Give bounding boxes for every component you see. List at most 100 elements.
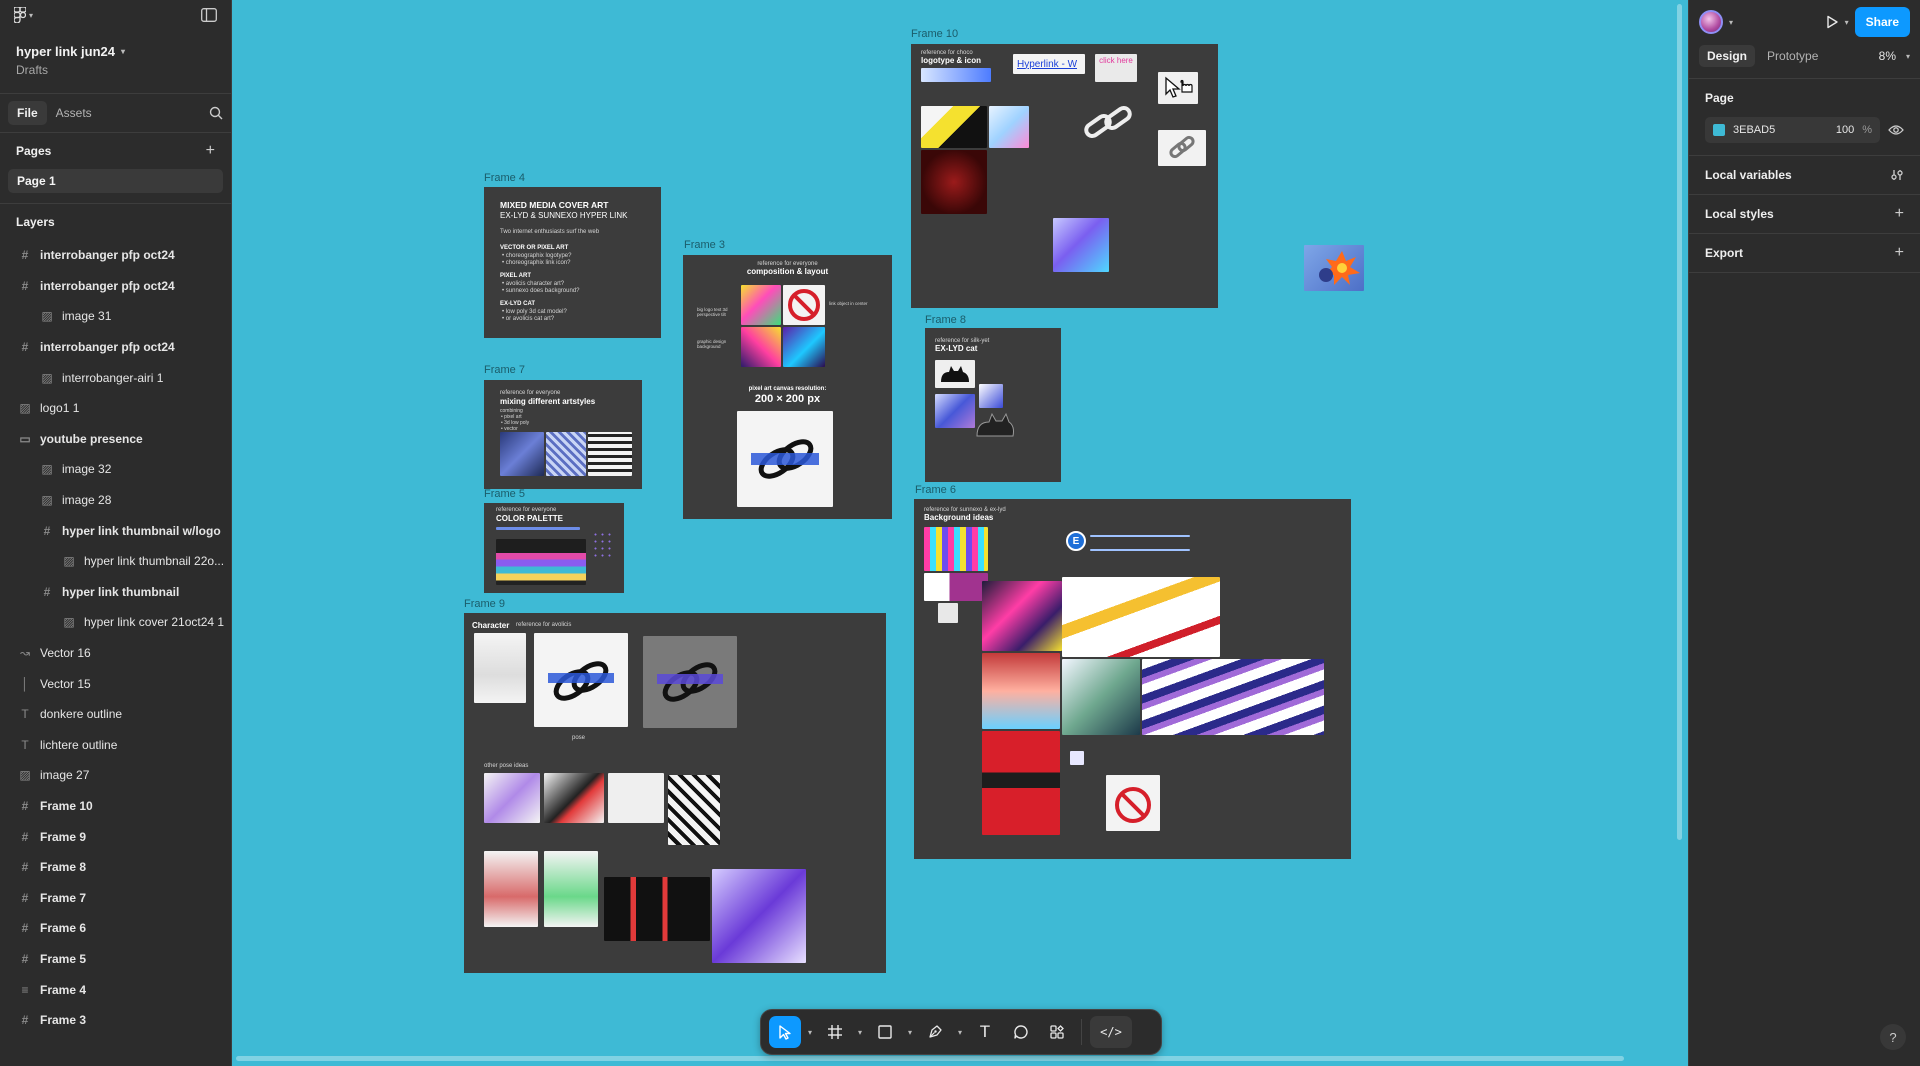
text-tool-button[interactable]: T — [969, 1016, 1001, 1048]
layer-item[interactable]: ▨ interrobanger-airi 1 — [0, 362, 231, 393]
frame-5[interactable]: reference for everyone COLOR PALETTE — [484, 503, 624, 593]
layer-item[interactable]: ▨ hyper link thumbnail 22o... — [0, 546, 231, 577]
frame-icon: # — [21, 921, 29, 936]
file-title[interactable]: hyper link jun24 ▾ — [0, 30, 231, 59]
frame-10-image-4 — [1053, 218, 1109, 272]
frame-4[interactable]: MIXED MEDIA COVER ART EX-LYD & SUNNEXO H… — [484, 187, 661, 338]
frame-label-frame-10[interactable]: Frame 10 — [911, 28, 958, 40]
image-icon: ▨ — [63, 554, 75, 569]
user-avatar[interactable] — [1699, 10, 1723, 34]
layer-item-label: Frame 9 — [40, 829, 87, 844]
pen-tool-button[interactable] — [919, 1016, 951, 1048]
layer-list: # interrobanger pfp oct24 # interrobanger p… — [0, 240, 231, 1035]
add-style-icon[interactable]: + — [1895, 205, 1904, 223]
toggle-sidebar-icon[interactable] — [201, 8, 217, 22]
layer-item[interactable]: # interrobanger pfp oct24 — [0, 271, 231, 302]
layer-item[interactable]: │ Vector 15 — [0, 668, 231, 699]
layer-item[interactable]: # Frame 8 — [0, 852, 231, 883]
layer-item[interactable]: ≡ Frame 4 — [0, 974, 231, 1005]
chevron-down-icon[interactable]: ▾ — [1729, 18, 1733, 27]
layer-item[interactable]: ▨ image 31 — [0, 301, 231, 332]
frame-3[interactable]: reference for everyone composition & lay… — [683, 255, 892, 519]
frame-label-frame-3[interactable]: Frame 3 — [684, 239, 725, 251]
frame-7-image-1 — [500, 432, 544, 476]
share-button[interactable]: Share — [1854, 7, 1910, 37]
canvas[interactable]: Frame 4 MIXED MEDIA COVER ART EX-LYD & S… — [232, 0, 1688, 1066]
chevron-down-icon[interactable]: ▾ — [805, 1028, 815, 1037]
zoom-control[interactable]: 8% ▾ — [1879, 49, 1910, 63]
layer-item[interactable]: Tlichtere outline — [0, 730, 231, 761]
layer-item[interactable]: # hyper link thumbnail w/logo — [0, 515, 231, 546]
frame-6[interactable]: reference for sunnexo & ex-lyd Backgroun… — [914, 499, 1351, 859]
local-variables-header[interactable]: Local variables — [1705, 156, 1904, 194]
dev-mode-toggle[interactable]: </> — [1090, 1016, 1132, 1048]
layer-item[interactable]: # Frame 5 — [0, 944, 231, 975]
play-icon[interactable] — [1825, 15, 1839, 29]
layer-item[interactable]: # Frame 10 — [0, 791, 231, 822]
chevron-down-icon[interactable]: ▾ — [855, 1028, 865, 1037]
help-button[interactable]: ? — [1880, 1024, 1906, 1050]
canvas-floating-image[interactable] — [1304, 245, 1364, 291]
canvas-vertical-scrollbar[interactable] — [1677, 4, 1682, 840]
layer-item[interactable]: ▨ image 27 — [0, 760, 231, 791]
frame-8[interactable]: reference for silk-yet EX-LYD cat — [925, 328, 1061, 482]
variables-icon[interactable] — [1890, 168, 1904, 182]
frame-label-frame-5[interactable]: Frame 5 — [484, 488, 525, 500]
layer-item[interactable]: # interrobanger pfp oct24 — [0, 240, 231, 271]
page-color-field[interactable]: 3EBAD5 100 % — [1705, 117, 1880, 143]
shape-tool-button[interactable] — [869, 1016, 901, 1048]
export-header[interactable]: Export + — [1705, 234, 1904, 272]
frame-4-sec1b: • choreographix link icon? — [502, 260, 571, 266]
collaborator-avatar[interactable]: E — [1066, 531, 1086, 551]
layer-item[interactable]: ▨ image 32 — [0, 454, 231, 485]
tab-prototype[interactable]: Prototype — [1759, 45, 1826, 67]
layer-item[interactable]: # Frame 6 — [0, 913, 231, 944]
frame-10[interactable]: reference for choco logotype & icon Hype… — [911, 44, 1218, 308]
layer-item[interactable]: # Frame 3 — [0, 1005, 231, 1036]
frame-label-frame-4[interactable]: Frame 4 — [484, 172, 525, 184]
frame-label-frame-6[interactable]: Frame 6 — [915, 484, 956, 496]
layer-item[interactable]: ▭ youtube presence — [0, 424, 231, 455]
frame-label-frame-8[interactable]: Frame 8 — [925, 314, 966, 326]
pages-header: Pages + — [0, 133, 231, 169]
local-styles-header[interactable]: Local styles + — [1705, 195, 1904, 233]
comment-tool-button[interactable] — [1005, 1016, 1037, 1048]
canvas-horizontal-scrollbar[interactable] — [236, 1056, 1624, 1061]
layer-item[interactable]: ▨ image 28 — [0, 485, 231, 516]
layer-item[interactable]: # interrobanger pfp oct24 — [0, 332, 231, 363]
layer-item-label: Frame 10 — [40, 798, 93, 813]
chevron-down-icon[interactable]: ▾ — [955, 1028, 965, 1037]
frame-6-image-8 — [1142, 659, 1324, 735]
layer-item-label: logo1 1 — [40, 401, 80, 416]
layer-item[interactable]: ▨ logo1 1 — [0, 393, 231, 424]
frame-7-image-3 — [588, 432, 632, 476]
layer-item[interactable]: ▨ hyper link cover 21oct24 1 — [0, 607, 231, 638]
add-page-icon[interactable]: + — [206, 142, 215, 160]
layer-item[interactable]: Tdonkere outline — [0, 699, 231, 730]
layer-item[interactable]: # hyper link thumbnail — [0, 577, 231, 608]
tab-design[interactable]: Design — [1699, 45, 1756, 67]
frame-7[interactable]: reference for everyone mixing different … — [484, 380, 642, 489]
move-tool-button[interactable] — [769, 1016, 801, 1048]
page-color-swatch[interactable] — [1713, 124, 1725, 136]
add-export-icon[interactable]: + — [1895, 244, 1904, 262]
tab-file[interactable]: File — [8, 101, 47, 125]
frame-label-frame-9[interactable]: Frame 9 — [464, 598, 505, 610]
main-menu-button[interactable]: ▾ — [14, 7, 33, 23]
eye-icon[interactable] — [1888, 124, 1904, 136]
page-item-page-1[interactable]: Page 1 — [8, 169, 223, 193]
frame-label-frame-7[interactable]: Frame 7 — [484, 364, 525, 376]
chevron-down-icon[interactable]: ▾ — [905, 1028, 915, 1037]
layer-item[interactable]: ↝ Vector 16 — [0, 638, 231, 669]
chevron-down-icon[interactable]: ▾ — [1845, 18, 1849, 27]
tab-assets[interactable]: Assets — [47, 101, 101, 125]
page-color-opacity[interactable]: 100 — [1836, 124, 1854, 136]
layer-item[interactable]: # Frame 9 — [0, 821, 231, 852]
search-icon[interactable] — [209, 106, 223, 120]
page-color-hex[interactable]: 3EBAD5 — [1733, 124, 1828, 136]
frame-tool-button[interactable] — [819, 1016, 851, 1048]
frame-9[interactable]: Character reference for avolicis pose ot… — [464, 613, 886, 973]
layer-item[interactable]: # Frame 7 — [0, 882, 231, 913]
actions-tool-button[interactable] — [1041, 1016, 1073, 1048]
file-location[interactable]: Drafts — [0, 59, 231, 77]
